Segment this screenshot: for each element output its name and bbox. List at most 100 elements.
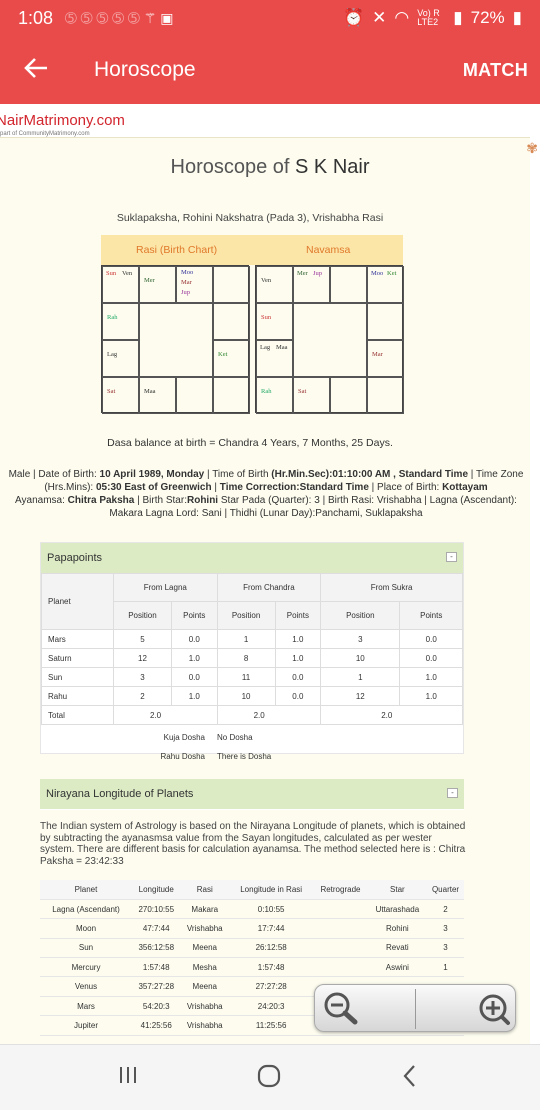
table-cell: Sun (40, 938, 133, 959)
back-chevron-icon[interactable] (400, 1063, 420, 1096)
table-cell: Meena (180, 938, 230, 959)
home-icon[interactable] (256, 1063, 282, 1096)
chart-house (213, 377, 250, 414)
planet-label: Mer (144, 277, 155, 284)
chart-house (330, 377, 367, 414)
chart-house (213, 266, 250, 303)
planet-label: Sun (106, 270, 117, 277)
planet-label: Rah (107, 314, 118, 321)
planet-label: Ket (387, 270, 397, 277)
table-row: Sun 3 0.0 11 0.0 1 1.0 (41, 667, 463, 687)
table-cell: 11 (216, 667, 276, 687)
planet-label: Sun (261, 314, 272, 321)
table-cell: 1.0 (170, 686, 218, 706)
total-row: Total 2.0 2.0 2.0 (41, 705, 463, 725)
column-header: Position (113, 601, 172, 630)
app-bar: Horoscope MATCH (0, 36, 540, 104)
table-cell: 5 (113, 629, 172, 649)
table-cell: 1.0 (399, 667, 463, 687)
birth-details: Male | Date of Birth: 10 April 1989, Mon… (0, 468, 540, 520)
zoom-divider (415, 989, 416, 1029)
chart-house: Maa (139, 377, 176, 414)
table-cell: 3 (320, 629, 401, 649)
column-header: Longitude (132, 880, 181, 900)
chart-house: Lag (102, 340, 139, 377)
planet-label: Moo (181, 269, 194, 276)
table-cell: Meena (180, 976, 230, 997)
horoscope-heading: Horoscope of S K Nair (0, 156, 540, 179)
column-header: From Chandra (216, 573, 322, 602)
dosha-table: Kuja Dosha No Dosha Rahu Dosha There is … (41, 728, 465, 766)
collapse-icon[interactable]: - (446, 552, 457, 562)
column-header: Points (170, 601, 218, 630)
table-cell: 1 (427, 957, 464, 978)
table-cell: 2.0 (113, 705, 218, 725)
planet-label: Moo (371, 270, 384, 277)
wifi-icon: ◠ (394, 8, 410, 27)
table-cell: 357:27:28 (132, 976, 181, 997)
detail-text: | Birth Star: (134, 495, 187, 506)
chart-house: Rah (256, 377, 293, 414)
table-cell: 8 (216, 648, 276, 668)
chart-house: Moo Mar Jup (176, 266, 213, 303)
collapse-icon[interactable]: - (447, 788, 458, 798)
zoom-in-icon[interactable] (475, 991, 510, 1025)
column-header: Longitude in Rasi (229, 880, 314, 900)
table-row: Lagna (Ascendant) 270:10:55 Makara 0:10:55 U… (40, 899, 464, 920)
chart-house: Ven (256, 266, 293, 303)
match-button[interactable]: MATCH (463, 60, 528, 81)
table-row: Mercury 1:57:48 Mesha 1:57:48 Aswini 1 (40, 957, 464, 978)
detail-text: Kottayam (442, 482, 488, 493)
chart-center (139, 303, 213, 377)
detail-text: Time Correction: (219, 482, 300, 493)
table-cell: 2.0 (320, 705, 463, 725)
nirayana-header[interactable]: Nirayana Longitude of Planets - (40, 779, 464, 809)
papapoints-header[interactable]: Papapoints - (41, 543, 463, 573)
zoom-out-icon[interactable] (323, 991, 358, 1025)
site-logo[interactable]: NairMatrimony.com part of CommunityMatri… (0, 112, 125, 137)
table-row: Rahu 2 1.0 10 0.0 12 1.0 (41, 686, 463, 706)
table-cell: 1:57:48 (132, 957, 181, 978)
dosha-row: Kuja Dosha No Dosha (41, 728, 465, 747)
chart-house: Ket (213, 340, 250, 377)
detail-text: Male | Date of Birth: (8, 469, 100, 480)
table-cell: 1.0 (170, 648, 218, 668)
heading-prefix: Horoscope of (170, 156, 290, 178)
detail-text: Makara Lagna Lord: Sani | Thidhi (Lunar … (109, 508, 423, 519)
column-header: From Sukra (320, 573, 463, 602)
papapoints-panel: Papapoints - Planet From Lagna From Chan… (40, 542, 464, 761)
recents-icon[interactable] (117, 1063, 139, 1094)
table-cell: 2 (113, 686, 172, 706)
dosha-value: There is Dosha (217, 752, 272, 761)
table-cell: 12 (113, 648, 172, 668)
table-cell: 0.0 (170, 667, 218, 687)
chart-house (367, 377, 404, 414)
dasa-balance: Dasa balance at birth = Chandra 4 Years,… (107, 437, 393, 449)
webview-content[interactable]: NairMatrimony.com part of CommunityMatri… (0, 104, 540, 1044)
dosha-label: Rahu Dosha (160, 752, 205, 761)
table-cell: Sun (41, 667, 114, 687)
profile-name: S K Nair (295, 156, 370, 178)
table-cell (313, 938, 368, 959)
column-header: Rasi (180, 880, 230, 900)
dosha-row: Rahu Dosha There is Dosha (41, 747, 465, 766)
nakshatra-summary: Suklapaksha, Rohini Nakshatra (Pada 3), … (116, 212, 384, 224)
table-cell: 17:7:44 (229, 918, 314, 939)
detail-text: 10 April 1989, Monday (99, 469, 205, 480)
papapoints-title: Papapoints (47, 552, 103, 564)
table-cell: Mars (41, 629, 114, 649)
table-cell: 1 (320, 667, 401, 687)
arrow-left-icon[interactable] (0, 55, 72, 85)
table-cell: 356:12:58 (132, 938, 181, 959)
battery-percent: 72% (470, 8, 505, 27)
column-header: Points (399, 601, 463, 630)
detail-text: (Hr.Min.Sec):01:10:00 AM , Standard Time (271, 469, 468, 480)
planet-label: Rah (261, 388, 272, 395)
notification-icon: ➄ (112, 9, 124, 26)
table-cell: Rohini (367, 918, 428, 939)
table-row: Sun 356:12:58 Meena 26:12:58 Revati 3 (40, 938, 464, 959)
table-cell: 11:25:56 (229, 1015, 314, 1036)
detail-text: (Hrs.Mins): (44, 482, 96, 493)
table-cell: 12 (320, 686, 401, 706)
table-cell: 26:12:58 (229, 938, 314, 959)
